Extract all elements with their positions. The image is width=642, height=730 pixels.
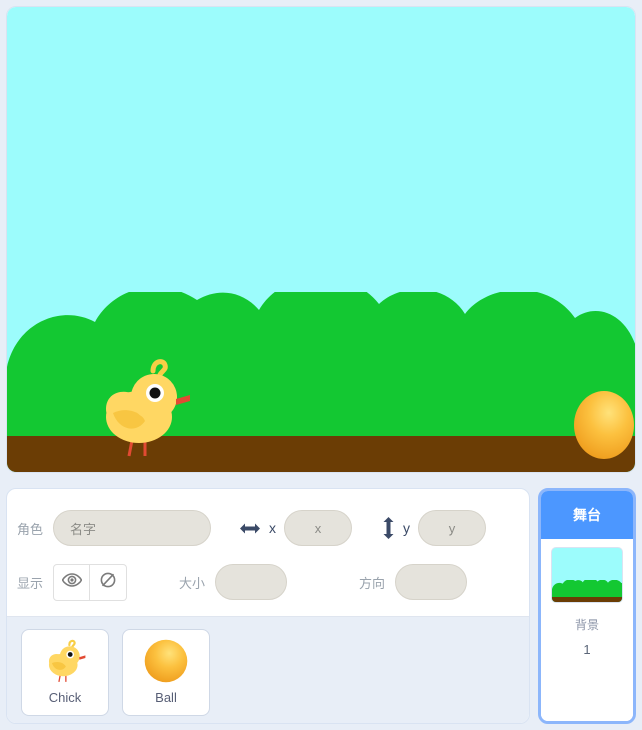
arrows-horizontal-icon: [239, 522, 261, 535]
eye-slash-icon: [98, 571, 118, 594]
sprite-list: Chick Ball: [7, 617, 529, 723]
show-sprite-button[interactable]: [53, 563, 91, 601]
sprite-card-label: Ball: [155, 690, 177, 705]
stage-selector-header: 舞台: [541, 491, 633, 539]
show-label: 显示: [17, 575, 44, 591]
sprite-name-input[interactable]: 名字: [53, 510, 212, 546]
backdrop-label: 背景: [574, 618, 599, 632]
stage-sprite-chick[interactable]: [91, 355, 195, 461]
sprite-info-panel: 角色 名字 x x y y 显示 大小 方向: [7, 489, 529, 617]
eye-icon: [61, 572, 82, 592]
ball-icon: [140, 636, 192, 686]
sprite-y-input[interactable]: y: [418, 510, 487, 546]
y-axis-label: y: [403, 520, 411, 536]
sprite-x-input[interactable]: x: [284, 510, 353, 546]
sprite-label: 角色: [17, 521, 44, 537]
arrows-vertical-icon: [382, 516, 395, 540]
visibility-toggle[interactable]: [53, 563, 128, 601]
sprite-card-label: Chick: [48, 690, 82, 705]
backdrop-thumbnail[interactable]: [551, 547, 623, 603]
x-axis-label: x: [269, 520, 277, 536]
sprite-size-input[interactable]: [215, 564, 288, 600]
backdrop-thumbnail-ground: [552, 597, 622, 602]
stage-sprite-ball[interactable]: [573, 390, 635, 460]
sprite-info-row-2: 显示 大小 方向: [7, 555, 529, 609]
stage-selector-pane[interactable]: 舞台 背景 1: [538, 488, 636, 724]
sprite-pane: 角色 名字 x x y y 显示 大小 方向 Chick Ball: [6, 488, 530, 724]
sprite-card-chick[interactable]: Chick: [21, 629, 109, 716]
size-label: 大小: [179, 575, 206, 591]
hide-sprite-button[interactable]: [90, 563, 128, 601]
direction-label: 方向: [359, 575, 386, 591]
stage-area[interactable]: [6, 6, 636, 473]
chick-icon: [39, 636, 91, 686]
backdrop-count: 1: [583, 642, 591, 657]
sprite-direction-input[interactable]: [395, 564, 468, 600]
stage-canvas[interactable]: [7, 7, 635, 472]
sprite-info-row-1: 角色 名字 x x y y: [7, 501, 529, 555]
stage-selector-body[interactable]: 背景 1: [541, 539, 633, 721]
sprite-card-ball[interactable]: Ball: [122, 629, 210, 716]
